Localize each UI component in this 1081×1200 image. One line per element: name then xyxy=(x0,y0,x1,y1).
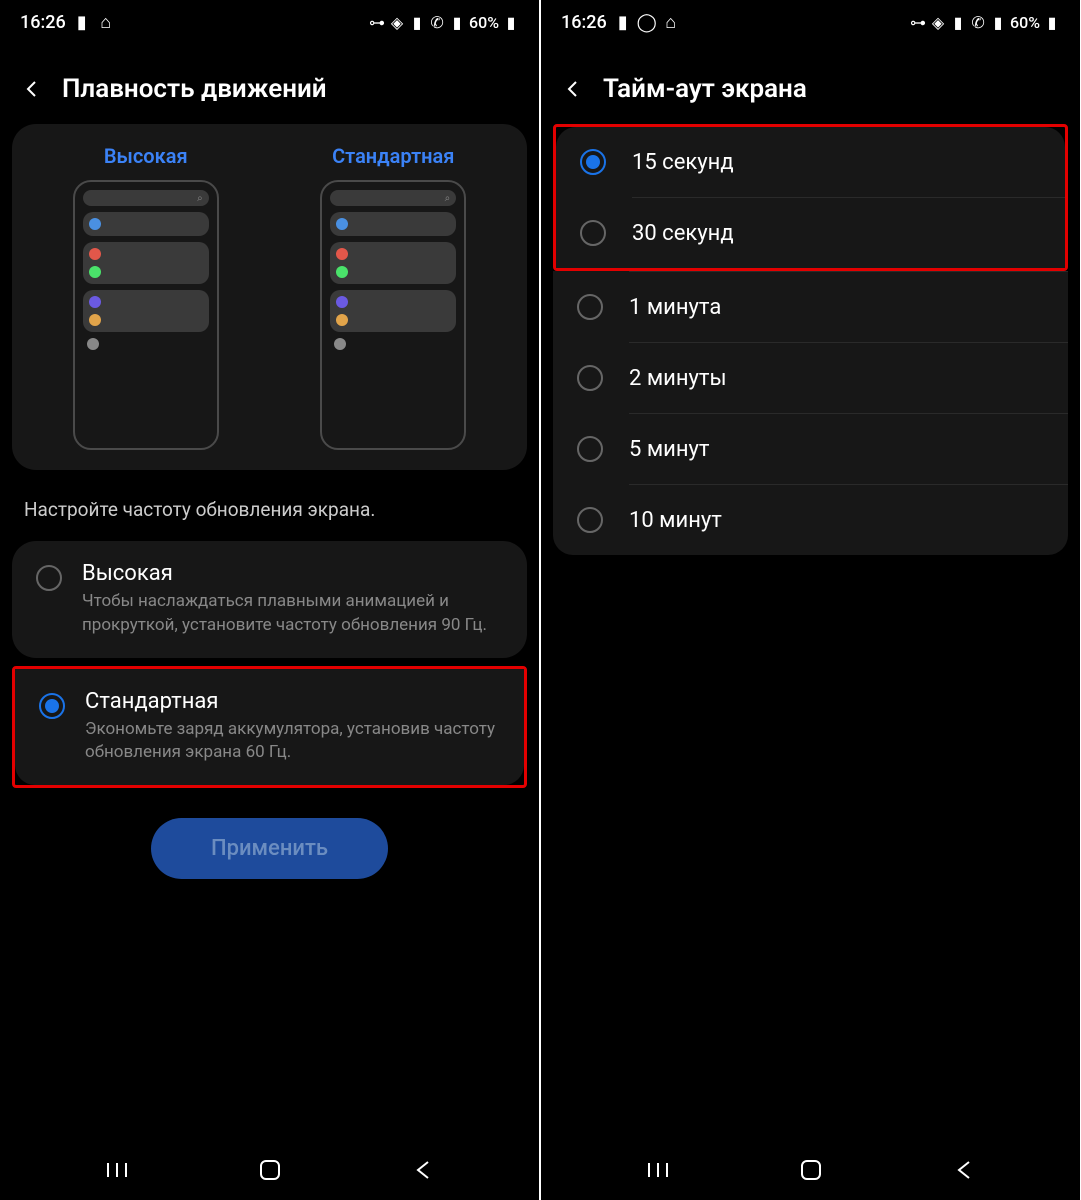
radio-high[interactable] xyxy=(36,565,62,591)
statusbar: 16:26 ▮ ⌂ ⊶ ◈ ▮ ✆ ▮ 60% ▮ xyxy=(0,0,539,44)
back-button[interactable] xyxy=(561,77,585,101)
sim-icon: ▮ xyxy=(74,14,90,30)
timeout-30s[interactable]: 30 секунд xyxy=(556,198,1065,268)
timeout-10m[interactable]: 10 минут xyxy=(553,485,1068,555)
highlighted-option: Стандартная Экономьте заряд аккумулятора… xyxy=(12,666,527,789)
preview-card: Высокая Стандартная xyxy=(12,124,527,470)
nav-recents[interactable] xyxy=(102,1155,132,1185)
vpn-icon: ⊶ xyxy=(369,14,385,30)
option-standard-title: Стандартная xyxy=(85,689,500,714)
timeout-2m-label: 2 минуты xyxy=(629,366,727,391)
radio-15s[interactable] xyxy=(580,149,606,175)
nav-back[interactable] xyxy=(408,1155,438,1185)
wifi-icon: ◈ xyxy=(389,14,405,30)
timeout-30s-label: 30 секунд xyxy=(632,221,734,246)
signal2-icon: ▮ xyxy=(449,14,465,30)
battery-icon: ▮ xyxy=(503,14,519,30)
screen-motion-smoothness: 16:26 ▮ ⌂ ⊶ ◈ ▮ ✆ ▮ 60% ▮ Плавность движ… xyxy=(0,0,539,1200)
radio-10m[interactable] xyxy=(577,507,603,533)
option-standard[interactable]: Стандартная Экономьте заряд аккумулятора… xyxy=(15,669,524,786)
timeout-15s-label: 15 секунд xyxy=(632,150,734,175)
statusbar: 16:26 ▮ ◯ ⌂ ⊶ ◈ ▮ ✆ ▮ 60% ▮ xyxy=(541,0,1080,44)
timeout-5m[interactable]: 5 минут xyxy=(553,414,1068,484)
nav-home[interactable] xyxy=(255,1155,285,1185)
preview-high[interactable]: Высокая xyxy=(73,144,219,450)
home-icon: ⌂ xyxy=(663,14,679,30)
option-high-title: Высокая xyxy=(82,561,503,586)
wifi-icon: ◈ xyxy=(930,14,946,30)
radio-1m[interactable] xyxy=(577,294,603,320)
volte-icon: ✆ xyxy=(970,14,986,30)
preview-standard-label: Стандартная xyxy=(332,144,454,168)
timeout-2m[interactable]: 2 минуты xyxy=(553,343,1068,413)
option-high[interactable]: Высокая Чтобы наслаждаться плавными аним… xyxy=(12,541,527,658)
timeout-10m-label: 10 минут xyxy=(629,508,722,533)
timeout-5m-label: 5 минут xyxy=(629,437,710,462)
nav-back[interactable] xyxy=(949,1155,979,1185)
navbar xyxy=(541,1140,1080,1200)
navbar xyxy=(0,1140,539,1200)
timeout-1m[interactable]: 1 минута xyxy=(553,272,1068,342)
globe-icon: ◯ xyxy=(639,14,655,30)
apply-button[interactable]: Применить xyxy=(151,818,388,879)
preview-high-label: Высокая xyxy=(104,144,188,168)
timeout-1m-label: 1 минута xyxy=(629,295,721,320)
battery-text: 60% xyxy=(1010,13,1040,32)
refresh-rate-options: Высокая Чтобы наслаждаться плавными аним… xyxy=(12,541,527,658)
signal2-icon: ▮ xyxy=(990,14,1006,30)
screen-timeout: 16:26 ▮ ◯ ⌂ ⊶ ◈ ▮ ✆ ▮ 60% ▮ Тайм-аут экр… xyxy=(541,0,1080,1200)
option-standard-desc: Экономьте заряд аккумулятора, установив … xyxy=(85,718,500,766)
battery-text: 60% xyxy=(469,13,499,32)
battery-icon: ▮ xyxy=(1044,14,1060,30)
option-high-desc: Чтобы наслаждаться плавными анимацией и … xyxy=(82,590,503,638)
status-time: 16:26 xyxy=(561,12,607,33)
sim-icon: ▮ xyxy=(615,14,631,30)
radio-5m[interactable] xyxy=(577,436,603,462)
signal-icon: ▮ xyxy=(950,14,966,30)
header: Плавность движений xyxy=(0,44,539,124)
description-text: Настройте частоту обновления экрана. xyxy=(0,470,539,541)
page-title: Тайм-аут экрана xyxy=(603,74,807,104)
radio-standard[interactable] xyxy=(39,693,65,719)
highlighted-timeouts: 15 секунд 30 секунд xyxy=(553,124,1068,271)
volte-icon: ✆ xyxy=(429,14,445,30)
radio-30s[interactable] xyxy=(580,220,606,246)
timeout-15s[interactable]: 15 секунд xyxy=(556,127,1065,197)
radio-2m[interactable] xyxy=(577,365,603,391)
signal-icon: ▮ xyxy=(409,14,425,30)
home-icon: ⌂ xyxy=(98,14,114,30)
preview-standard[interactable]: Стандартная xyxy=(320,144,466,450)
phone-mockup-standard xyxy=(320,180,466,450)
nav-home[interactable] xyxy=(796,1155,826,1185)
phone-mockup-high xyxy=(73,180,219,450)
back-button[interactable] xyxy=(20,77,44,101)
status-time: 16:26 xyxy=(20,12,66,33)
page-title: Плавность движений xyxy=(62,74,327,104)
vpn-icon: ⊶ xyxy=(910,14,926,30)
nav-recents[interactable] xyxy=(643,1155,673,1185)
header: Тайм-аут экрана xyxy=(541,44,1080,124)
